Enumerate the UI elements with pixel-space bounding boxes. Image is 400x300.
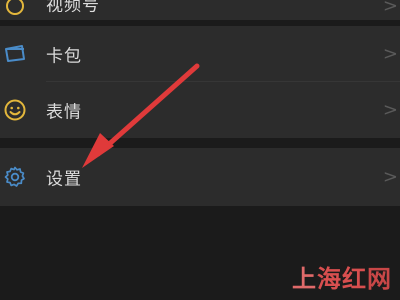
watermark-char: 红 <box>342 265 367 293</box>
annotation-arrow <box>82 63 200 168</box>
watermark-char: 上 <box>292 265 317 293</box>
watermark: 上海红网 <box>292 259 392 294</box>
watermark-char: 海 <box>317 265 342 293</box>
watermark-char: 网 <box>367 265 392 293</box>
